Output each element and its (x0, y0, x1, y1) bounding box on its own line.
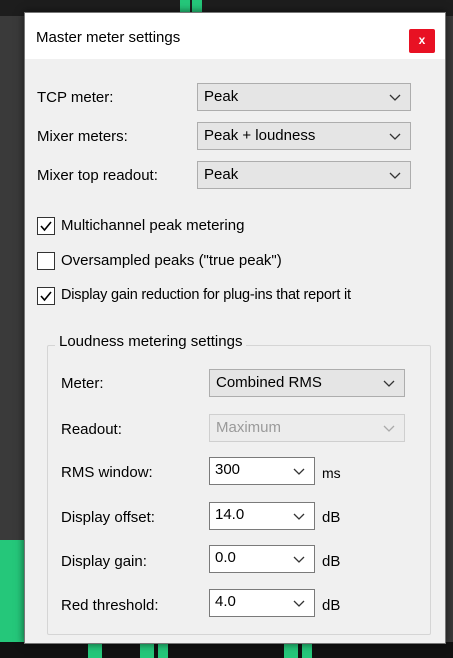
chevron-down-icon (293, 556, 305, 563)
display-gain-value: 0.0 (215, 549, 236, 566)
mixer-meters-select[interactable]: Peak + loudness (197, 122, 411, 150)
red-threshold-value: 4.0 (215, 593, 236, 610)
tcp-meter-select[interactable]: Peak (197, 83, 411, 111)
meter-label: Meter: (61, 375, 104, 392)
red-threshold-unit: dB (322, 597, 341, 614)
checkmark-icon (40, 221, 52, 232)
close-icon: x (418, 33, 426, 47)
display-offset-value: 14.0 (215, 506, 245, 523)
dialog-title: Master meter settings (36, 29, 181, 46)
chevron-down-icon (389, 94, 401, 101)
checkmark-icon (40, 291, 52, 302)
chevron-down-icon (293, 468, 305, 475)
red-threshold-label: Red threshold: (61, 597, 159, 614)
tcp-meter-value: Peak (204, 88, 239, 105)
background-meter-green (302, 642, 312, 658)
readout-select[interactable]: Maximum (209, 414, 405, 442)
chevron-down-icon (389, 172, 401, 179)
title-bar[interactable]: Master meter settings x (25, 13, 445, 59)
tcp-meter-label: TCP meter: (37, 89, 114, 106)
readout-value: Maximum (216, 419, 282, 436)
rms-window-value: 300 (215, 461, 241, 478)
background-meter-green (0, 540, 24, 642)
mixer-top-readout-select[interactable]: Peak (197, 161, 411, 189)
display-gain-combo[interactable]: 0.0 (209, 545, 315, 573)
mixer-meters-value: Peak + loudness (204, 127, 316, 144)
display-offset-unit: dB (322, 509, 341, 526)
chevron-down-icon (293, 513, 305, 520)
rms-window-unit: ms (322, 465, 341, 481)
gain-reduction-label[interactable]: Display gain reduction for plug-ins that… (61, 287, 351, 303)
background-meter-green (140, 642, 154, 658)
display-gain-unit: dB (322, 553, 341, 570)
mixer-meters-label: Mixer meters: (37, 128, 128, 145)
background-meter-green (284, 642, 298, 658)
mixer-top-readout-value: Peak (204, 166, 239, 183)
readout-label: Readout: (61, 421, 122, 438)
rms-window-combo[interactable]: 300 (209, 457, 315, 485)
close-button[interactable]: x (409, 29, 435, 53)
master-meter-settings-dialog: Master meter settings x TCP meter: Peak … (24, 12, 446, 644)
background-app-bottom (0, 642, 453, 658)
background-meter-green (88, 642, 102, 658)
chevron-down-icon (383, 425, 395, 432)
meter-select[interactable]: Combined RMS (209, 369, 405, 397)
display-offset-label: Display offset: (61, 509, 155, 526)
chevron-down-icon (389, 133, 401, 140)
multichannel-label[interactable]: Multichannel peak metering (61, 217, 244, 234)
meter-value: Combined RMS (216, 374, 322, 391)
multichannel-checkbox[interactable] (37, 217, 55, 235)
chevron-down-icon (383, 380, 395, 387)
rms-window-label: RMS window: (61, 464, 153, 481)
red-threshold-combo[interactable]: 4.0 (209, 589, 315, 617)
gain-reduction-checkbox[interactable] (37, 287, 55, 305)
chevron-down-icon (293, 600, 305, 607)
display-offset-combo[interactable]: 14.0 (209, 502, 315, 530)
loudness-group-title: Loudness metering settings (55, 333, 247, 350)
oversampled-checkbox[interactable] (37, 252, 55, 270)
mixer-top-readout-label: Mixer top readout: (37, 167, 158, 184)
display-gain-label: Display gain: (61, 553, 147, 570)
oversampled-label[interactable]: Oversampled peaks ("true peak") (61, 252, 282, 269)
background-meter-green (158, 642, 168, 658)
